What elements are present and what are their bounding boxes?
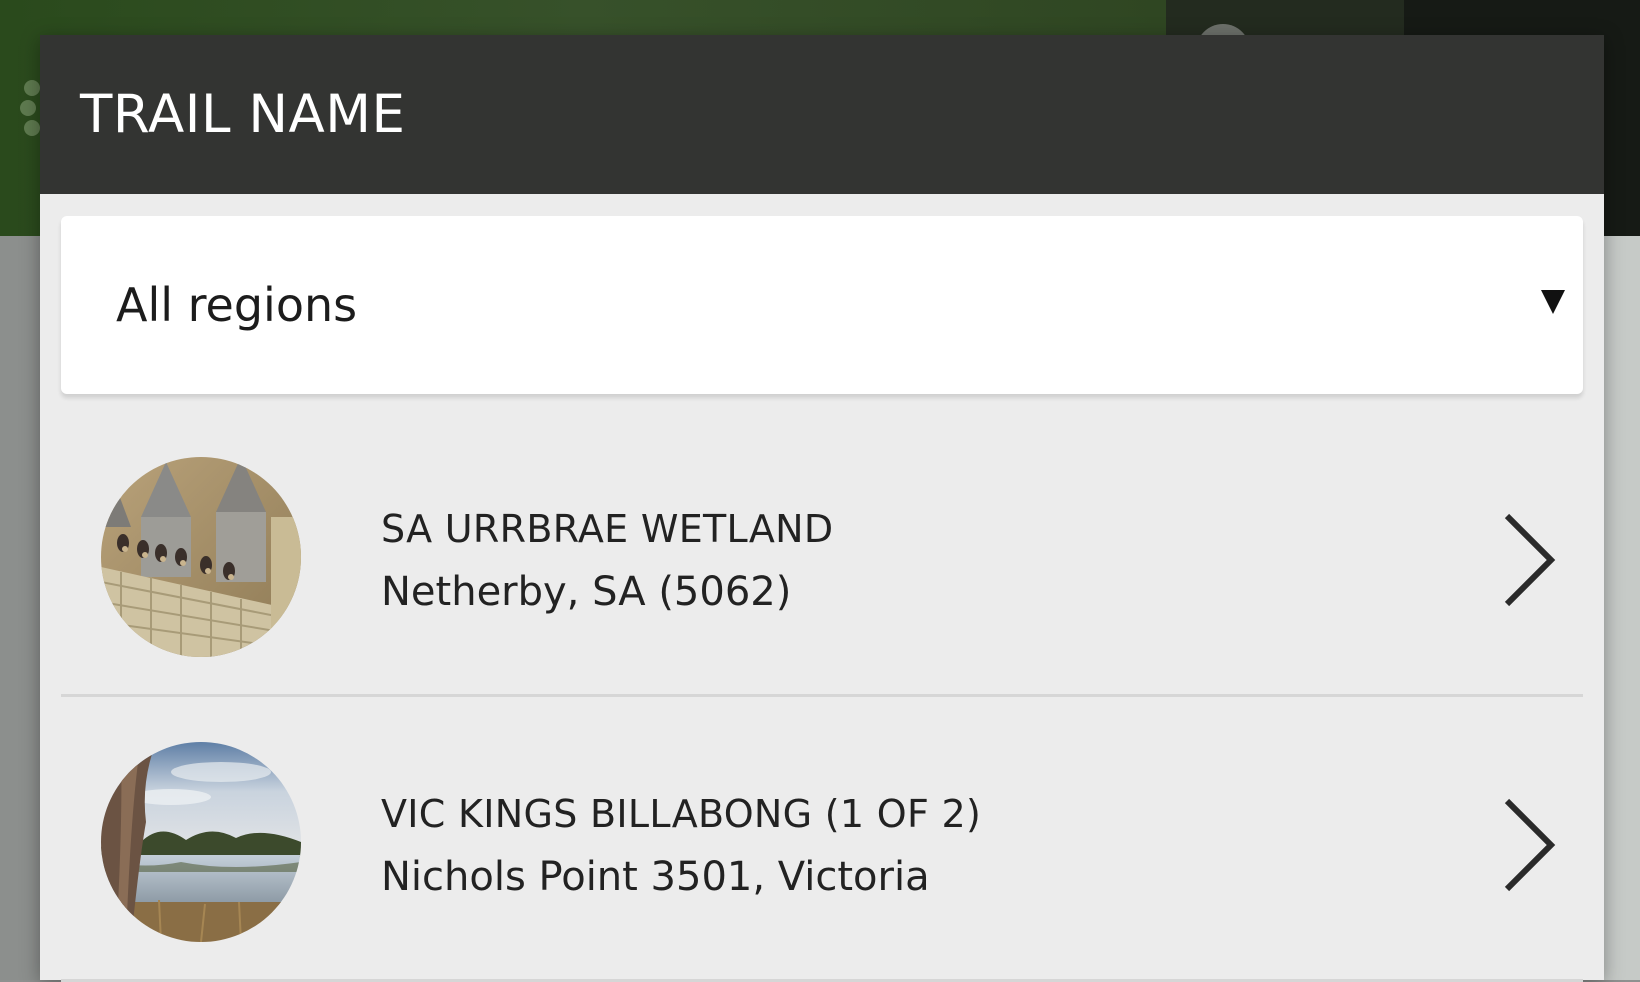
trail-list-item-kings-billabong[interactable]: VIC KINGS BILLABONG (1 OF 2) Nichols Poi… bbox=[61, 697, 1583, 982]
trail-text: SA URRBRAE WETLAND Netherby, SA (5062) bbox=[381, 498, 833, 624]
dialog-header: TRAIL NAME bbox=[40, 35, 1604, 194]
background-map-edge bbox=[1603, 236, 1640, 980]
chevron-right-icon bbox=[1504, 798, 1556, 892]
trail-location: Nichols Point 3501, Victoria bbox=[381, 854, 930, 900]
dialog-title: TRAIL NAME bbox=[80, 84, 406, 145]
trail-list: SA URRBRAE WETLAND Netherby, SA (5062) V… bbox=[61, 412, 1583, 982]
chevron-right-icon bbox=[1504, 513, 1556, 607]
trail-name: VIC KINGS BILLABONG (1 OF 2) bbox=[381, 792, 982, 836]
trail-list-item-urrbrae[interactable]: SA URRBRAE WETLAND Netherby, SA (5062) bbox=[61, 412, 1583, 697]
region-dropdown[interactable]: All regions bbox=[61, 216, 1583, 394]
trail-name: SA URRBRAE WETLAND bbox=[381, 507, 834, 551]
trail-thumbnail-billabong bbox=[101, 742, 301, 942]
trail-thumbnail-swallows bbox=[101, 457, 301, 657]
trail-picker-dialog: TRAIL NAME All regions SA URRBRAE WETLAN… bbox=[40, 35, 1604, 982]
trail-location: Netherby, SA (5062) bbox=[381, 569, 792, 615]
trail-text: VIC KINGS BILLABONG (1 OF 2) Nichols Poi… bbox=[381, 783, 981, 909]
region-dropdown-value: All regions bbox=[116, 278, 358, 332]
dropdown-arrow-icon bbox=[1541, 290, 1565, 314]
